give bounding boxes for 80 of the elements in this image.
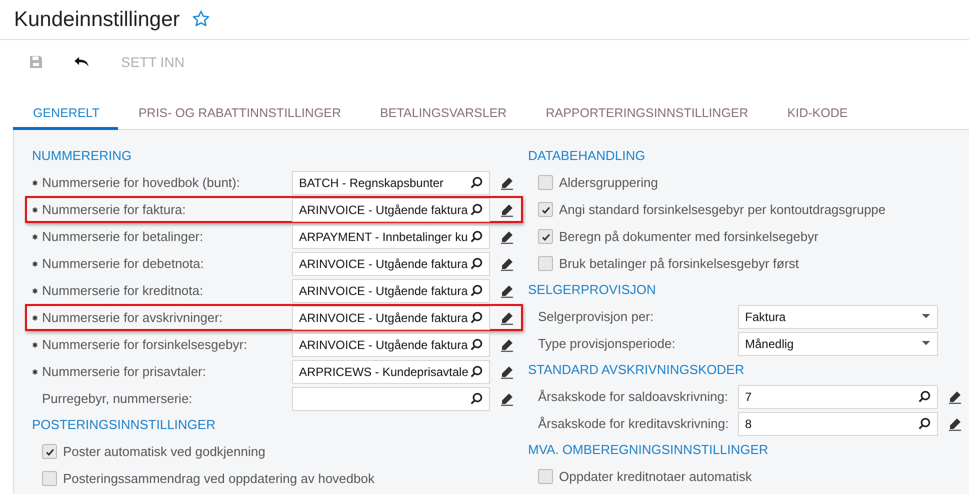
checkbox[interactable] (538, 202, 553, 217)
lookup-field[interactable]: ARINVOICE - Utgående faktura (292, 278, 490, 302)
section-heading: SELGERPROVISJON (528, 281, 657, 299)
section-heading: POSTERINGSINNSTILLINGER (32, 416, 216, 434)
lookup-field[interactable]: ARINVOICE - Utgående faktura (292, 306, 490, 330)
undo-icon[interactable] (74, 56, 90, 68)
lookup-field[interactable]: 8 (738, 412, 938, 436)
field-label: Selgerprovisjon per: (538, 309, 655, 324)
pencil-icon[interactable] (500, 176, 514, 190)
pencil-icon[interactable] (500, 364, 514, 378)
lookup-field[interactable]: ARINVOICE - Utgående faktura (292, 252, 490, 276)
tab[interactable]: BETALINGSVARSLER (360, 101, 526, 130)
checkbox-label: Angi standard forsinkelsesgebyr per kontoutdragsgruppe (559, 202, 886, 217)
lookup-field[interactable]: 7 (738, 384, 938, 408)
search-icon[interactable] (470, 311, 483, 324)
pencil-icon[interactable] (948, 416, 962, 430)
lookup-field[interactable]: ARINVOICE - Utgående faktura (292, 332, 490, 356)
checkmark-icon (540, 232, 550, 242)
checkbox[interactable] (538, 229, 553, 244)
field-label: Nummerserie for prisavtaler: (42, 364, 206, 379)
section-heading: NUMMERERING (32, 147, 133, 165)
checkmark-icon (540, 204, 550, 214)
pencil-icon[interactable] (948, 390, 962, 404)
section-heading: MVA. OMBEREGNINGSINNSTILLINGER (528, 441, 770, 459)
search-icon[interactable] (470, 257, 483, 270)
field-label: Nummerserie for avskrivninger: (42, 310, 223, 325)
search-icon[interactable] (918, 390, 931, 403)
checkbox-label: Posteringssammendrag ved oppdatering av hovedbok (63, 471, 374, 486)
checkbox-label: Poster automatisk ved godkjenning (63, 444, 266, 459)
field-label: Årsakskode for kreditavskrivning: (538, 416, 729, 431)
field-label: Nummerserie for faktura: (42, 202, 186, 217)
search-icon[interactable] (470, 365, 483, 378)
checkbox[interactable] (42, 444, 57, 459)
lookup-field[interactable]: ARPAYMENT - Innbetalinger ku (292, 224, 490, 248)
field-label: Nummerserie for debetnota: (42, 256, 204, 271)
pencil-icon[interactable] (500, 392, 514, 406)
checkbox-label: Bruk betalinger på forsinkelsesgebyr først (559, 256, 799, 271)
tab[interactable]: PRIS- OG RABATTINNSTILLINGER (118, 101, 360, 130)
search-icon[interactable] (470, 203, 483, 216)
checkbox-label: Aldersgruppering (559, 175, 658, 190)
lookup-field[interactable]: ARPRICEWS - Kundeprisavtale (292, 360, 490, 384)
pencil-icon[interactable] (500, 202, 514, 216)
checkbox[interactable] (538, 175, 553, 190)
field-label: Nummerserie for kreditnota: (42, 283, 204, 298)
pencil-icon[interactable] (500, 338, 514, 352)
dropdown-field[interactable]: Faktura (738, 304, 938, 328)
search-icon[interactable] (470, 284, 483, 297)
lookup-field[interactable]: BATCH - Regnskapsbunter (292, 170, 490, 194)
search-icon[interactable] (470, 176, 483, 189)
tab[interactable]: KID-KODE (767, 101, 867, 130)
pencil-icon[interactable] (500, 230, 514, 244)
search-icon[interactable] (470, 392, 483, 405)
search-icon[interactable] (470, 230, 483, 243)
star-icon[interactable] (192, 10, 210, 28)
section-heading: DATABEHANDLING (528, 147, 646, 165)
search-icon[interactable] (918, 417, 931, 430)
page-title: Kundeinnstillinger (14, 8, 180, 32)
dropdown-field[interactable]: Månedlig (738, 332, 938, 356)
caret-icon (921, 341, 931, 346)
field-label: Årsakskode for saldoavskrivning: (538, 389, 728, 404)
field-label: Type provisjonsperiode: (538, 336, 676, 351)
caret-icon (921, 314, 931, 319)
checkbox-label: Beregn på dokumenter med forsinkelsegebyr (559, 229, 818, 244)
field-label: Purregebyr, nummerserie: (42, 391, 192, 406)
checkbox[interactable] (538, 469, 553, 484)
field-label: Nummerserie for forsinkelsesgebyr: (42, 337, 248, 352)
checkbox-label: Oppdater kreditnotaer automatisk (559, 469, 752, 484)
pencil-icon[interactable] (500, 256, 514, 270)
field-label: Nummerserie for betalinger: (42, 229, 204, 244)
pencil-icon[interactable] (500, 310, 514, 324)
checkmark-icon (44, 446, 54, 456)
lookup-field[interactable]: ARINVOICE - Utgående faktura (292, 198, 490, 222)
checkbox[interactable] (42, 471, 57, 486)
section-heading: STANDARD AVSKRIVNINGSKODER (528, 361, 746, 379)
lookup-field[interactable] (292, 386, 490, 410)
search-icon[interactable] (470, 338, 483, 351)
pencil-icon[interactable] (500, 284, 514, 298)
checkbox[interactable] (538, 256, 553, 271)
field-label: Nummerserie for hovedbok (bunt): (42, 175, 240, 190)
tab[interactable]: RAPPORTERINGSINNSTILLINGER (526, 101, 768, 130)
